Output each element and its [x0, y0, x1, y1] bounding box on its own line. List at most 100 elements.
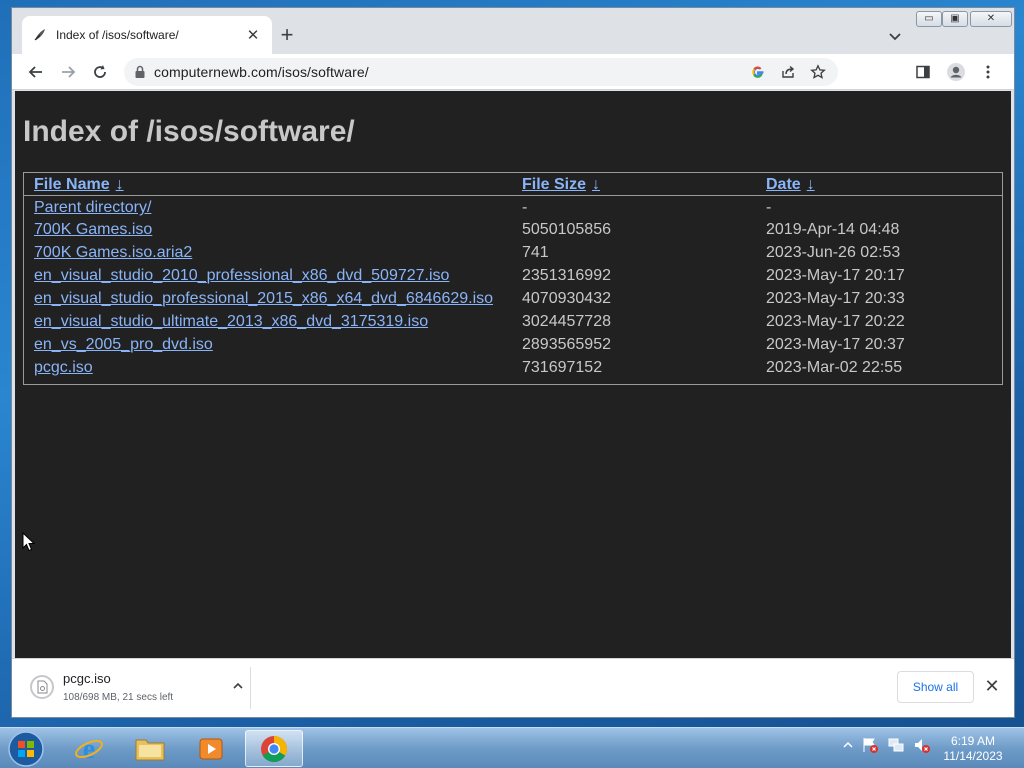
side-panel-button[interactable]: [912, 61, 934, 83]
file-date-cell: 2023-May-17 20:37: [766, 335, 905, 353]
new-tab-button[interactable]: +: [274, 23, 300, 49]
taskbar-clock[interactable]: 6:19 AM 11/14/2023: [938, 734, 1008, 764]
action-center-flag-icon[interactable]: [861, 736, 879, 754]
file-size-cell: -: [522, 199, 528, 217]
tab-close-icon[interactable]: ✕: [244, 26, 262, 44]
window-maximize-button[interactable]: ▣: [942, 11, 968, 27]
profile-button[interactable]: [945, 61, 967, 83]
file-name-cell: 700K Games.iso: [24, 218, 512, 241]
sort-arrow-icon[interactable]: ↓: [116, 176, 124, 193]
svg-text:e: e: [83, 734, 95, 764]
lock-icon: [135, 65, 145, 78]
file-link[interactable]: en_visual_studio_professional_2015_x86_x…: [34, 290, 493, 307]
google-lens-g-icon[interactable]: [748, 62, 768, 82]
table-row: en_visual_studio_2010_professional_x86_d…: [24, 264, 1002, 287]
table-row: 700K Games.iso.aria2 741 2023-Jun-26 02:53: [24, 241, 1002, 264]
column-header-file-size[interactable]: File Size ↓: [512, 173, 756, 196]
network-icon[interactable]: [887, 736, 905, 754]
taskbar-google-chrome[interactable]: [245, 730, 303, 767]
browser-toolbar: computernewb.com/isos/software/: [12, 54, 1014, 90]
column-header-date[interactable]: Date ↓: [756, 173, 1002, 196]
file-date-cell: 2023-May-17 20:17: [766, 266, 905, 284]
file-date-cell: 2023-Mar-02 22:55: [766, 358, 903, 376]
sort-by-name-link[interactable]: File Name: [34, 176, 110, 193]
table-row: pcgc.iso 731697152 2023-Mar-02 22:55: [24, 356, 1002, 379]
show-all-button[interactable]: Show all: [897, 671, 974, 703]
side-panel-icon: [916, 65, 930, 79]
column-header-file-name[interactable]: File Name ↓: [24, 173, 512, 196]
file-link[interactable]: en_vs_2005_pro_dvd.iso: [34, 336, 213, 353]
sort-arrow-icon[interactable]: ↓: [592, 176, 600, 193]
table-row: Parent directory/ - -: [24, 195, 1002, 218]
file-name-cell: Parent directory/: [24, 195, 512, 218]
sort-by-date-link[interactable]: Date: [766, 176, 801, 193]
tab-search-chevron-icon[interactable]: [885, 26, 905, 46]
file-link[interactable]: 700K Games.iso: [34, 221, 152, 238]
file-table: File Name ↓ File Size ↓ Date ↓ Parent direc…: [24, 173, 1002, 379]
window-close-button[interactable]: ✕: [970, 11, 1012, 27]
download-status: 108/698 MB, 21 secs left: [63, 692, 174, 703]
tab-title: Index of /isos/software/: [56, 28, 179, 42]
file-size-cell: 2893565952: [522, 335, 611, 353]
file-link[interactable]: en_visual_studio_ultimate_2013_x86_dvd_3…: [34, 313, 428, 330]
internet-explorer-icon: e: [75, 734, 103, 764]
taskbar-media-player[interactable]: [182, 730, 240, 767]
download-item[interactable]: pcgc.iso 108/698 MB, 21 secs left: [26, 665, 248, 711]
tab-active[interactable]: Index of /isos/software/ ✕: [22, 16, 272, 54]
file-date-cell: 2019-Apr-14 04:48: [766, 220, 900, 238]
table-row: en_vs_2005_pro_dvd.iso 2893565952 2023-May…: [24, 333, 1002, 356]
download-file-icon: [30, 675, 54, 699]
clock-time: 6:19 AM: [950, 734, 996, 748]
back-button[interactable]: [25, 61, 47, 83]
table-row: en_visual_studio_professional_2015_x86_x…: [24, 287, 1002, 310]
file-link[interactable]: en_visual_studio_2010_professional_x86_d…: [34, 267, 449, 284]
reload-icon: [94, 65, 106, 78]
file-name-cell: en_visual_studio_professional_2015_x86_x…: [24, 287, 512, 310]
download-shelf: pcgc.iso 108/698 MB, 21 secs left Show a…: [12, 658, 1014, 717]
file-name-cell: en_visual_studio_ultimate_2013_x86_dvd_3…: [24, 310, 512, 333]
forward-button[interactable]: [57, 61, 79, 83]
taskbar-file-explorer[interactable]: [121, 730, 179, 767]
close-shelf-icon[interactable]: ✕: [982, 677, 1002, 697]
show-hidden-icons-icon[interactable]: [843, 740, 853, 750]
download-filename: pcgc.iso: [63, 671, 111, 686]
reload-button[interactable]: [89, 61, 111, 83]
parent-directory-link[interactable]: Parent directory/: [34, 199, 151, 216]
chrome-menu-button[interactable]: [977, 61, 999, 83]
media-player-icon: [199, 738, 223, 759]
file-link[interactable]: pcgc.iso: [34, 359, 93, 376]
kebab-menu-icon: [986, 65, 990, 79]
file-date-cell: -: [766, 199, 772, 217]
address-bar[interactable]: computernewb.com/isos/software/: [124, 58, 838, 86]
file-size-cell: 731697152: [522, 358, 603, 376]
sort-by-size-link[interactable]: File Size: [522, 176, 586, 193]
apache-feather-icon: [34, 29, 45, 41]
windows-orb-icon: [8, 731, 44, 767]
avatar-icon: [947, 63, 965, 81]
bookmark-star-icon[interactable]: [808, 62, 828, 82]
system-tray: [843, 736, 931, 754]
taskbar: e 6:19 AM 11/14/2023: [0, 727, 1024, 768]
chevron-up-icon[interactable]: [231, 679, 247, 695]
browser-window: Index of /isos/software/ ✕ + ▭ ▣ ✕ compu…: [11, 7, 1015, 718]
file-name-cell: 700K Games.iso.aria2: [24, 241, 512, 264]
file-size-cell: 3024457728: [522, 312, 611, 330]
clock-date: 11/14/2023: [943, 749, 1003, 763]
share-icon[interactable]: [778, 62, 798, 82]
table-row: en_visual_studio_ultimate_2013_x86_dvd_3…: [24, 310, 1002, 333]
mouse-cursor-icon: [22, 532, 36, 552]
volume-muted-icon[interactable]: [913, 736, 931, 754]
file-date-cell: 2023-May-17 20:33: [766, 289, 905, 307]
start-button[interactable]: [6, 729, 46, 768]
back-arrow-icon: [28, 66, 42, 78]
table-row: 700K Games.iso 5050105856 2019-Apr-14 04:4…: [24, 218, 1002, 241]
window-minimize-button[interactable]: ▭: [916, 11, 942, 27]
file-name-cell: pcgc.iso: [24, 356, 512, 379]
file-link[interactable]: 700K Games.iso.aria2: [34, 244, 192, 261]
url-text: computernewb.com/isos/software/: [154, 64, 369, 80]
taskbar-internet-explorer[interactable]: e: [60, 730, 118, 767]
forward-arrow-icon: [62, 66, 76, 78]
sort-arrow-icon[interactable]: ↓: [807, 176, 815, 193]
shelf-divider: [250, 667, 251, 709]
file-size-cell: 5050105856: [522, 220, 611, 238]
